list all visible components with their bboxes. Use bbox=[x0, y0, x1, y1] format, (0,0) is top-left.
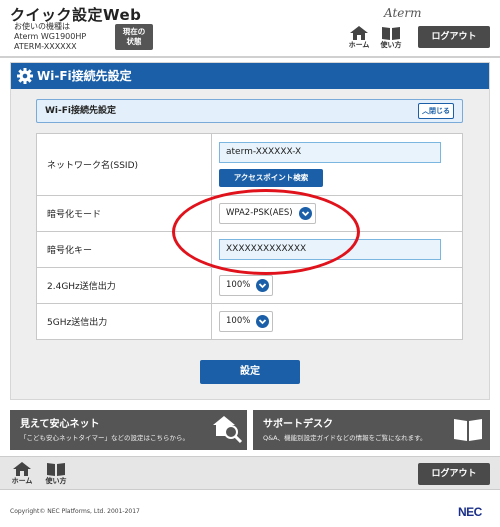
footer-nav: ホーム 使い方 ログアウト bbox=[0, 456, 500, 490]
logout-button[interactable]: ログアウト bbox=[418, 26, 490, 48]
header-divider bbox=[0, 56, 500, 58]
footer-logout-button[interactable]: ログアウト bbox=[418, 463, 490, 485]
book-icon bbox=[382, 27, 400, 40]
encryption-key-input[interactable]: XXXXXXXXXXXXX bbox=[219, 239, 441, 260]
section-header: Wi-Fi接続先設定 ︿閉じる bbox=[36, 99, 463, 123]
footer-home-button[interactable]: ホーム bbox=[10, 462, 34, 486]
close-section-button[interactable]: ︿閉じる bbox=[418, 103, 454, 119]
chevron-down-icon bbox=[256, 279, 270, 292]
encryption-mode-value: WPA2-PSK(AES) bbox=[226, 208, 293, 218]
book-icon bbox=[47, 463, 65, 476]
nec-logo: NEC bbox=[458, 505, 482, 519]
settings-table: ネットワーク名(SSID) aterm-XXXXXX-X アクセスポイント検索 … bbox=[36, 133, 463, 340]
table-row: 2.4GHz送信出力 100% bbox=[36, 267, 463, 304]
home-button[interactable]: ホーム bbox=[347, 26, 371, 50]
footer-help-button[interactable]: 使い方 bbox=[44, 462, 68, 486]
status-button-line1: 現在の bbox=[122, 27, 146, 36]
ssid-cell: aterm-XXXXXX-X アクセスポイント検索 bbox=[211, 133, 463, 196]
chevron-up-icon: ︿ bbox=[422, 107, 429, 115]
access-point-search-button[interactable]: アクセスポイント検索 bbox=[219, 169, 323, 187]
device-info-line: お使いの機種は bbox=[14, 22, 70, 31]
table-row: 暗号化キー XXXXXXXXXXXXX bbox=[36, 231, 463, 268]
device-model: Aterm WG1900HP bbox=[14, 32, 87, 41]
ssid-label: ネットワーク名(SSID) bbox=[36, 133, 212, 196]
ssid-input[interactable]: aterm-XXXXXX-X bbox=[219, 142, 441, 163]
encryption-mode-select[interactable]: WPA2-PSK(AES) bbox=[219, 203, 316, 224]
help-button[interactable]: 使い方 bbox=[379, 26, 403, 50]
house-search-icon bbox=[213, 416, 243, 444]
help-label: 使い方 bbox=[380, 41, 402, 49]
tx-power-5-select[interactable]: 100% bbox=[219, 311, 274, 332]
tx-power-24-value: 100% bbox=[226, 280, 251, 290]
tx-power-24-label: 2.4GHz送信出力 bbox=[36, 267, 212, 304]
aterm-logo: Aterm bbox=[384, 6, 422, 20]
submit-button[interactable]: 設定 bbox=[200, 360, 300, 384]
current-status-button[interactable]: 現在の 状態 bbox=[115, 24, 153, 50]
banner-description: 「こども安心ネットタイマー」などの設定はこちらから。 bbox=[20, 434, 189, 442]
tx-power-5-value: 100% bbox=[226, 316, 251, 326]
tx-power-5-cell: 100% bbox=[211, 303, 463, 340]
book-icon bbox=[454, 419, 482, 441]
chevron-down-icon bbox=[256, 315, 270, 328]
gear-icon bbox=[17, 68, 33, 84]
page-title-bar: Wi-Fi接続先設定 bbox=[11, 63, 489, 89]
home-label: ホーム bbox=[348, 41, 370, 49]
table-row: 暗号化モード WPA2-PSK(AES) bbox=[36, 195, 463, 232]
chevron-down-icon bbox=[298, 207, 312, 220]
mieru-anshin-net-banner[interactable]: 見えて安心ネット 「こども安心ネットタイマー」などの設定はこちらから。 bbox=[10, 410, 247, 450]
close-label: 閉じる bbox=[429, 107, 450, 115]
home-icon bbox=[350, 26, 368, 40]
table-row: 5GHz送信出力 100% bbox=[36, 303, 463, 340]
section-title: Wi-Fi接続先設定 bbox=[45, 106, 116, 116]
banner-title: 見えて安心ネット bbox=[20, 419, 100, 430]
help-label: 使い方 bbox=[45, 477, 67, 485]
home-icon bbox=[13, 462, 31, 476]
status-button-line2: 状態 bbox=[126, 37, 142, 46]
encryption-key-cell: XXXXXXXXXXXXX bbox=[211, 231, 463, 268]
encryption-mode-cell: WPA2-PSK(AES) bbox=[211, 195, 463, 232]
tx-power-5-label: 5GHz送信出力 bbox=[36, 303, 212, 340]
encryption-mode-label: 暗号化モード bbox=[36, 195, 212, 232]
banner-title: サポートデスク bbox=[263, 419, 333, 430]
encryption-key-label: 暗号化キー bbox=[36, 231, 212, 268]
banner-description: Q&A、機能別設定ガイドなどの情報をご覧になれます。 bbox=[263, 434, 427, 442]
device-name: ATERM-XXXXXX bbox=[14, 42, 77, 51]
page-title: Wi-Fi接続先設定 bbox=[37, 69, 132, 83]
tx-power-24-select[interactable]: 100% bbox=[219, 275, 274, 296]
device-info: お使いの機種は Aterm WG1900HP ATERM-XXXXXX bbox=[14, 22, 86, 52]
tx-power-24-cell: 100% bbox=[211, 267, 463, 304]
support-desk-banner[interactable]: サポートデスク Q&A、機能別設定ガイドなどの情報をご覧になれます。 bbox=[253, 410, 490, 450]
header: クイック設定Web お使いの機種は Aterm WG1900HP ATERM-X… bbox=[0, 0, 500, 56]
home-label: ホーム bbox=[11, 477, 33, 485]
copyright: Copyright© NEC Platforms, Ltd. 2001-2017 bbox=[10, 508, 140, 515]
table-row: ネットワーク名(SSID) aterm-XXXXXX-X アクセスポイント検索 bbox=[36, 133, 463, 196]
